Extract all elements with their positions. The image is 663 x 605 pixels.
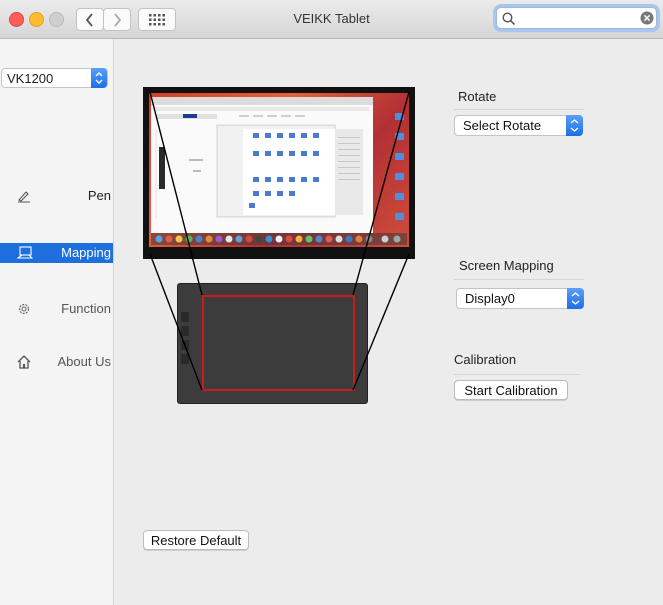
sidebar-item-label: Function bbox=[61, 301, 111, 316]
select-arrows-icon bbox=[567, 288, 584, 309]
select-arrows-icon bbox=[91, 68, 107, 88]
tablet-preview bbox=[177, 283, 368, 404]
sidebar-item-about-us[interactable]: About Us bbox=[0, 352, 113, 372]
sidebar-item-pen[interactable]: Pen bbox=[0, 186, 113, 206]
sidebar-item-function[interactable]: Function bbox=[0, 299, 113, 319]
gear-icon bbox=[18, 303, 30, 315]
minimize-window-button[interactable] bbox=[29, 12, 44, 27]
search-field[interactable] bbox=[496, 7, 657, 29]
grid-icon bbox=[149, 13, 165, 25]
close-window-button[interactable] bbox=[9, 12, 24, 27]
forward-button[interactable] bbox=[103, 8, 131, 31]
back-button[interactable] bbox=[76, 8, 104, 31]
screen-mapping-divider bbox=[454, 279, 584, 280]
device-select[interactable]: VK1200 bbox=[1, 68, 108, 88]
title-bar: VEIKK Tablet bbox=[0, 0, 663, 39]
home-icon bbox=[17, 355, 31, 369]
tablet-active-area[interactable] bbox=[202, 295, 355, 391]
sidebar-item-mapping[interactable]: Mapping bbox=[0, 243, 113, 263]
mapping-icon bbox=[17, 246, 33, 259]
start-calibration-button[interactable]: Start Calibration bbox=[454, 380, 568, 400]
chevron-right-icon bbox=[114, 12, 122, 27]
screen-mapping-select-value: Display0 bbox=[465, 291, 515, 306]
sidebar-item-label: About Us bbox=[57, 354, 111, 369]
device-select-value: VK1200 bbox=[7, 71, 54, 86]
search-input[interactable] bbox=[519, 10, 631, 26]
desktop-thumbnail bbox=[151, 97, 407, 245]
pen-icon bbox=[18, 191, 30, 203]
sidebar-item-label: Mapping bbox=[61, 245, 111, 260]
screen-mapping-select[interactable]: Display0 bbox=[456, 288, 584, 309]
screen-mapping-label: Screen Mapping bbox=[459, 258, 554, 273]
clear-search-icon[interactable] bbox=[640, 11, 654, 25]
zoom-window-button[interactable] bbox=[49, 12, 64, 27]
calibration-label: Calibration bbox=[454, 352, 517, 367]
calibration-divider bbox=[454, 374, 580, 375]
show-all-button[interactable] bbox=[138, 8, 176, 31]
select-arrows-icon bbox=[566, 115, 583, 136]
restore-default-button[interactable]: Restore Default bbox=[143, 530, 249, 550]
sidebar: VK1200 Pen Mapping Function About Us bbox=[0, 39, 114, 605]
rotate-divider bbox=[454, 109, 584, 110]
rotate-select-value: Select Rotate bbox=[463, 118, 542, 133]
monitor-preview bbox=[143, 87, 415, 259]
search-icon bbox=[502, 12, 515, 25]
express-keys bbox=[181, 312, 189, 374]
sidebar-item-label: Pen bbox=[87, 188, 111, 203]
chevron-left-icon bbox=[85, 12, 93, 27]
desktop-screenshot bbox=[149, 93, 409, 247]
rotate-label: Rotate bbox=[458, 89, 497, 104]
rotate-select[interactable]: Select Rotate bbox=[454, 115, 583, 136]
